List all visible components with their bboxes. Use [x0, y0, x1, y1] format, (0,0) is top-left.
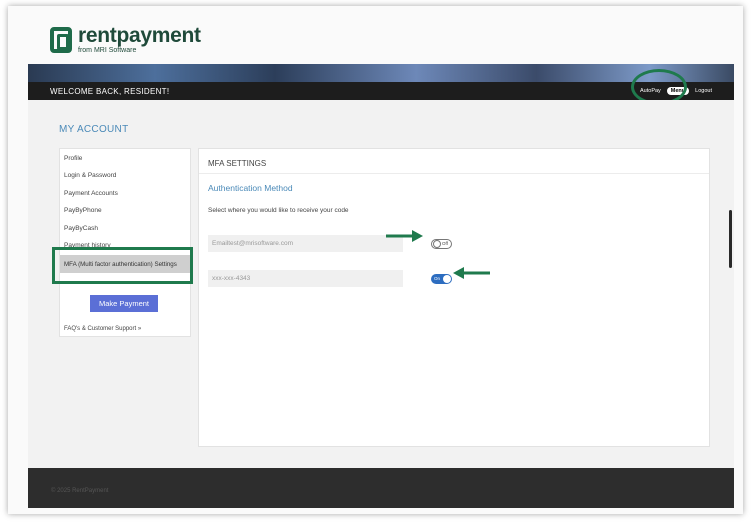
- screenshot-frame: rentpayment from MRI Software WELCOME BA…: [8, 6, 743, 514]
- brand-name: rentpayment: [78, 24, 201, 47]
- brand-logo[interactable]: rentpayment from MRI Software: [50, 24, 201, 54]
- make-payment-button[interactable]: Make Payment: [90, 295, 158, 312]
- brand-subtitle: from MRI Software: [78, 47, 137, 54]
- email-mfa-toggle[interactable]: Off: [431, 239, 452, 249]
- toggle-knob: [443, 275, 451, 283]
- arrow-icon: [453, 267, 490, 279]
- arrow-icon: [386, 230, 423, 242]
- rentpayment-logo-icon: [50, 27, 72, 53]
- phone-field[interactable]: xxx-xxx-4343: [208, 270, 403, 287]
- welcome-message: WELCOME BACK, RESIDENT!: [50, 86, 170, 96]
- top-navigation-bar: WELCOME BACK, RESIDENT! AutoPay Menu Log…: [28, 82, 734, 100]
- email-field[interactable]: Emailtest@mrisoftware.com: [208, 235, 403, 252]
- faq-support-link[interactable]: FAQ's & Customer Support »: [64, 326, 141, 332]
- logout-link[interactable]: Logout: [695, 88, 712, 94]
- page-title: MY ACCOUNT: [59, 124, 129, 135]
- auth-method-heading: Authentication Method: [208, 183, 293, 193]
- auth-instructions: Select where you would like to receive y…: [208, 207, 349, 214]
- scrollbar[interactable]: [729, 210, 732, 268]
- toggle-knob: [433, 240, 441, 248]
- mfa-settings-title: MFA SETTINGS: [208, 159, 267, 168]
- copyright-text: © 2025 RentPayment: [51, 488, 109, 494]
- toggle-state-label: On: [434, 276, 441, 281]
- sidebar-item-profile[interactable]: Profile: [64, 155, 82, 162]
- sidebar-item-login-password[interactable]: Login & Password: [64, 172, 116, 179]
- sidebar-item-payment-accounts[interactable]: Payment Accounts: [64, 190, 118, 197]
- phone-mfa-toggle[interactable]: On: [431, 274, 452, 284]
- header-banner-image: [28, 64, 734, 82]
- mfa-settings-panel: MFA SETTINGS Authentication Method Selec…: [198, 148, 710, 447]
- account-sidebar: Profile Login & Password Payment Account…: [59, 148, 191, 337]
- main-content: MY ACCOUNT Profile Login & Password Paym…: [28, 100, 734, 468]
- panel-divider: [199, 173, 709, 174]
- page-footer: © 2025 RentPayment: [28, 468, 734, 508]
- sidebar-item-paybycash[interactable]: PayByCash: [64, 225, 98, 232]
- mfa-highlight-box: [52, 247, 193, 284]
- sidebar-item-paybyphone[interactable]: PayByPhone: [64, 207, 102, 214]
- toggle-state-label: Off: [442, 241, 448, 246]
